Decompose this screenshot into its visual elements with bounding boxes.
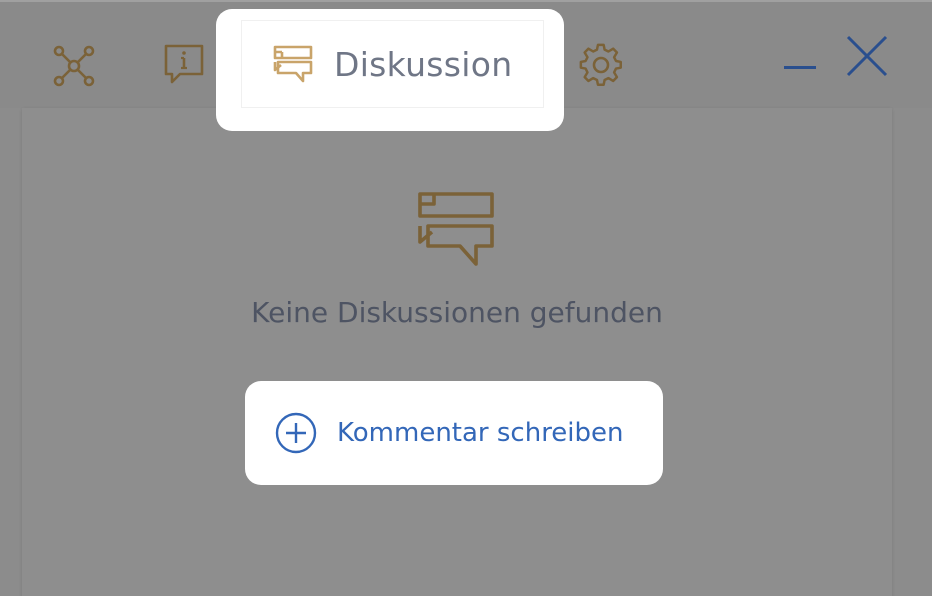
plus-circle-icon [275,412,317,454]
discussion-panel [22,108,892,596]
empty-state-message: Keine Diskussionen gefunden [251,296,663,329]
discussion-icon [418,192,494,266]
app-window: Diskussion Keine Diskussionen gefunden K… [0,0,932,596]
minimize-button[interactable] [782,52,818,82]
tab-settings[interactable] [576,40,626,90]
discussion-icon [273,45,313,83]
tab-discussion-label: Diskussion [334,44,513,84]
gear-icon [579,43,622,86]
tab-discussion[interactable]: Diskussion [242,21,543,107]
info-icon [164,44,204,84]
add-comment-button[interactable]: Kommentar schreiben [245,381,663,485]
tab-network[interactable] [50,42,98,90]
add-comment-label: Kommentar schreiben [337,418,624,448]
tab-info[interactable] [160,40,208,90]
close-button[interactable] [843,32,891,80]
close-icon [846,35,888,77]
network-icon [53,45,95,87]
